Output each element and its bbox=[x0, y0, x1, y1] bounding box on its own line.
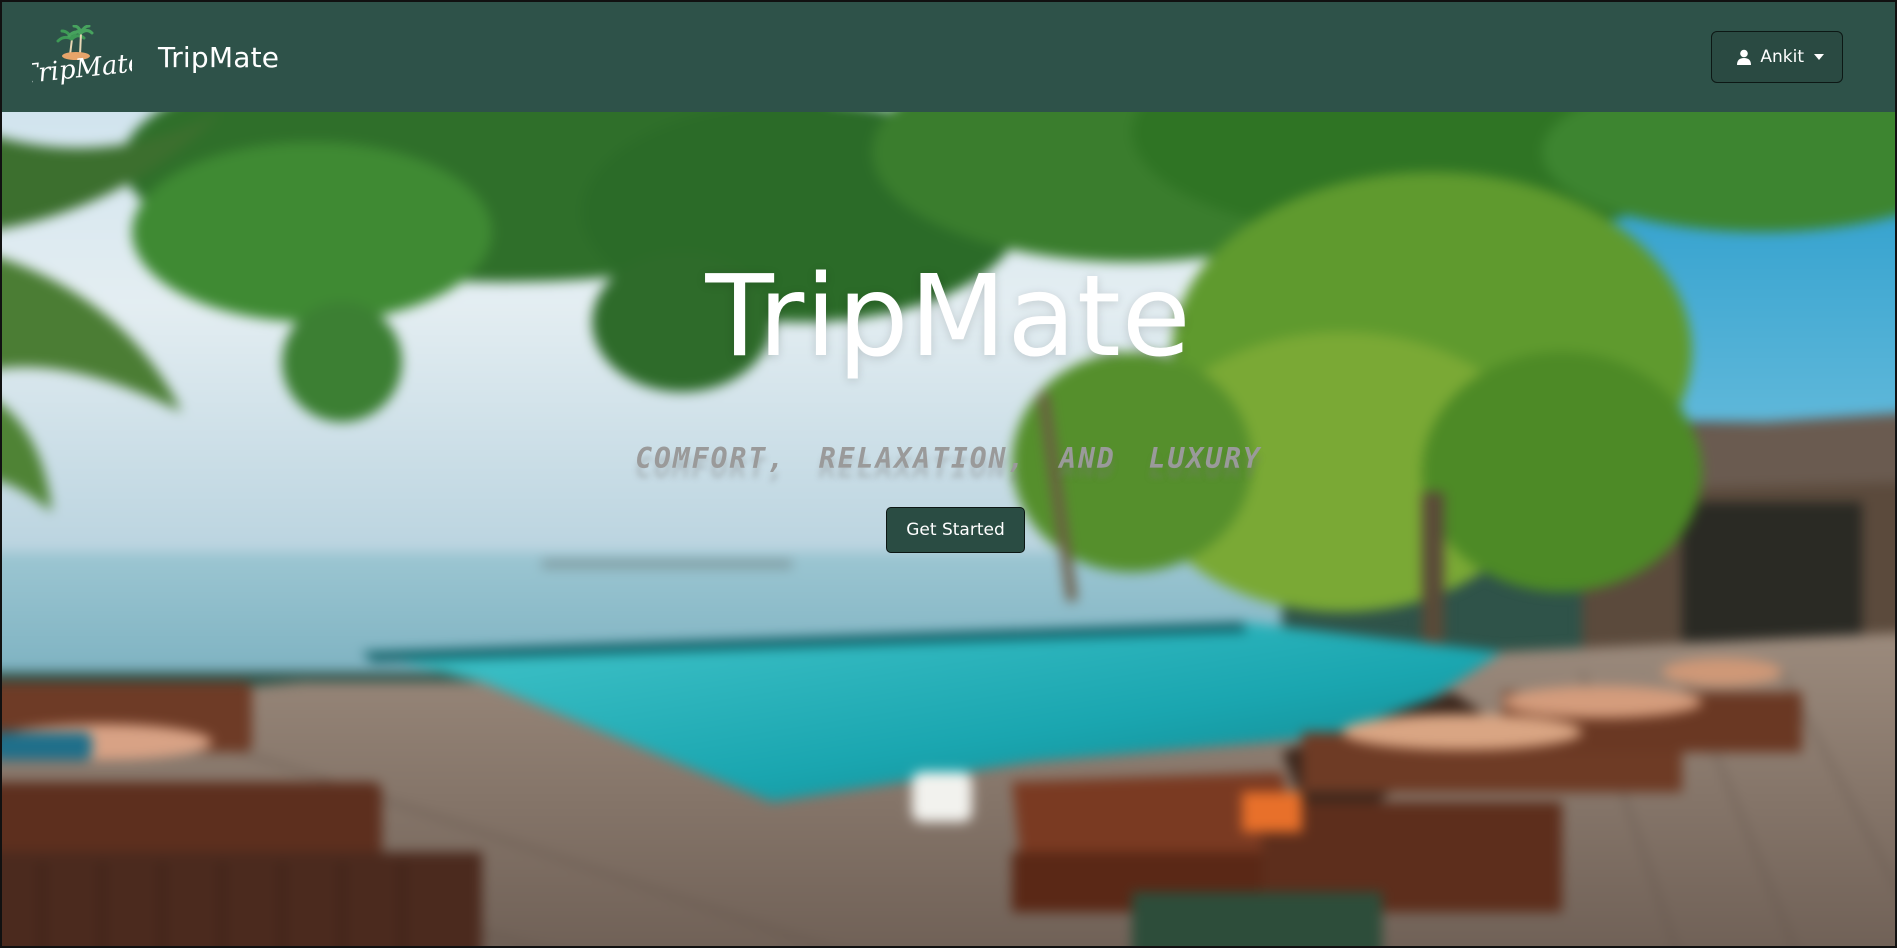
brand-name: TripMate bbox=[158, 40, 280, 74]
top-navbar: TripMate TripMate Ankit bbox=[2, 2, 1895, 112]
page: TripMate TripMate Ankit TripMate COMFORT… bbox=[2, 2, 1895, 946]
user-name: Ankit bbox=[1760, 47, 1804, 67]
svg-text:TripMate: TripMate bbox=[32, 48, 132, 89]
chevron-down-icon bbox=[1814, 54, 1824, 60]
get-started-button[interactable]: Get Started bbox=[886, 507, 1025, 553]
user-menu-button[interactable]: Ankit bbox=[1711, 31, 1843, 83]
brand-link[interactable]: TripMate TripMate bbox=[32, 25, 279, 89]
hero-section: TripMate COMFORT, RELAXATION, AND LUXURY… bbox=[2, 112, 1895, 946]
logo-image: TripMate bbox=[32, 25, 132, 89]
hero-title: TripMate bbox=[705, 252, 1192, 382]
user-icon bbox=[1737, 49, 1752, 65]
hero-tagline: COMFORT, RELAXATION, AND LUXURY bbox=[635, 442, 1262, 475]
